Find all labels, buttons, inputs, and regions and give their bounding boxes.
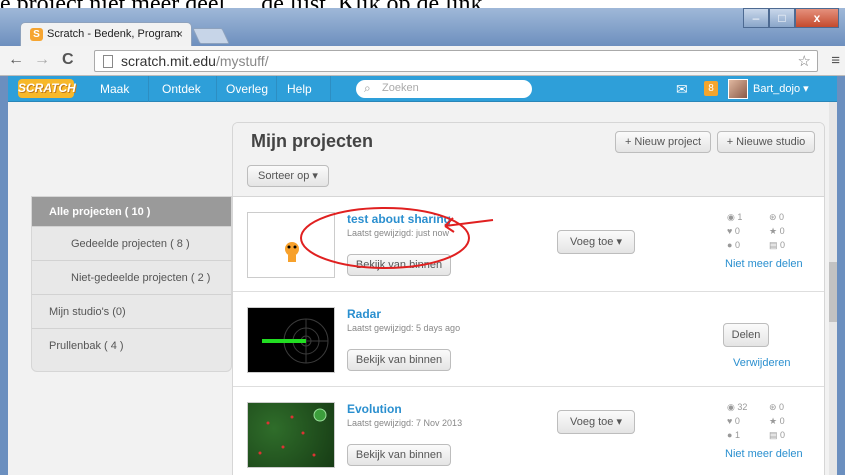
project-thumbnail[interactable] xyxy=(247,307,335,373)
project-modified: Laatst gewijzigd: 7 Nov 2013 xyxy=(347,418,463,428)
studios-icon: ▤ 0 xyxy=(769,240,786,250)
sidebar-item-trash[interactable]: Prullenbak ( 4 ) xyxy=(32,329,231,363)
sidebar-item-shared[interactable]: Gedeelde projecten ( 8 ) xyxy=(32,227,231,261)
nav-divider xyxy=(216,76,217,102)
share-button[interactable]: Delen xyxy=(723,323,769,347)
tab-title: Scratch - Bedenk, Program xyxy=(47,28,180,40)
window-controls: – □ x xyxy=(743,8,839,30)
project-filter-sidebar: Alle projecten ( 10 ) Gedeelde projecten… xyxy=(31,196,232,372)
views-icon: ◉ 32 xyxy=(727,402,748,412)
search-icon: ⌕ xyxy=(364,81,371,95)
scratch-favicon-icon: S xyxy=(30,28,43,41)
browser-window: S Scratch - Bedenk, Program × – □ x ← → … xyxy=(0,8,845,475)
sidebar-item-all-projects[interactable]: Alle projecten ( 10 ) xyxy=(32,197,231,227)
page-scrollbar[interactable] xyxy=(829,102,837,475)
browser-titlebar: S Scratch - Bedenk, Program × – □ x xyxy=(0,8,845,46)
new-tab-button[interactable] xyxy=(192,28,230,44)
tab-close-icon[interactable]: × xyxy=(176,27,183,41)
project-title[interactable]: Evolution xyxy=(347,402,402,416)
see-inside-button[interactable]: Bekijk van binnen xyxy=(347,349,451,371)
maximize-button[interactable]: □ xyxy=(769,8,795,28)
project-row: Evolution Laatst gewijzigd: 7 Nov 2013 B… xyxy=(233,388,824,475)
favorites-icon: ★ 0 xyxy=(769,226,785,236)
close-window-button[interactable]: x xyxy=(795,8,839,28)
nav-divider xyxy=(148,76,149,102)
remixes-icon: ⊛ 0 xyxy=(769,212,785,222)
new-studio-button[interactable]: + Nieuwe studio xyxy=(717,131,815,153)
studios-icon: ▤ 0 xyxy=(769,430,786,440)
scratch-navbar: SCRATCH Maak Ontdek Overleg Help ⌕ Zoeke… xyxy=(8,76,837,102)
browser-menu-icon[interactable]: ≡ xyxy=(831,52,840,69)
scratch-page: SCRATCH Maak Ontdek Overleg Help ⌕ Zoeke… xyxy=(0,76,845,475)
forward-arrow-icon[interactable]: → xyxy=(34,51,50,69)
nav-link-ontdek[interactable]: Ontdek xyxy=(162,82,201,96)
nav-link-help[interactable]: Help xyxy=(287,82,312,96)
project-row: test about sharing Laatst gewijzigd: jus… xyxy=(233,198,824,292)
sidebar-item-unshared[interactable]: Niet-gedeelde projecten ( 2 ) xyxy=(32,261,231,295)
sort-dropdown[interactable]: Sorteer op ▾ xyxy=(247,165,329,187)
see-inside-button[interactable]: Bekijk van binnen xyxy=(347,444,451,466)
radar-icon xyxy=(262,318,329,364)
remixes-icon: ⊛ 0 xyxy=(769,402,785,412)
user-menu[interactable]: Bart_dojo ▾ xyxy=(753,82,809,95)
page-icon xyxy=(103,55,113,68)
add-to-dropdown[interactable]: Voeg toe ▾ xyxy=(557,230,635,254)
comments-icon: ● 0 xyxy=(727,240,740,250)
sidebar-item-studios[interactable]: Mijn studio's (0) xyxy=(32,295,231,329)
browser-tab[interactable]: S Scratch - Bedenk, Program × xyxy=(20,22,192,46)
project-modified: Laatst gewijzigd: 5 days ago xyxy=(347,323,461,333)
nav-divider xyxy=(330,76,331,102)
favorites-icon: ★ 0 xyxy=(769,416,785,426)
mystuff-folder-icon[interactable]: 8 xyxy=(704,81,718,96)
loves-icon: ♥ 0 xyxy=(727,416,740,426)
unshare-link[interactable]: Niet meer delen xyxy=(725,448,803,460)
new-project-button[interactable]: + Nieuw project xyxy=(615,131,711,153)
delete-link[interactable]: Verwijderen xyxy=(733,357,790,369)
projects-header: Mijn projecten Sorteer op ▾ + Nieuw proj… xyxy=(233,123,824,197)
project-stats: ◉ 1 ⊛ 0 ♥ 0 ★ 0 ● 0 ▤ 0 xyxy=(727,212,809,254)
loves-icon: ♥ 0 xyxy=(727,226,740,236)
unshare-link[interactable]: Niet meer delen xyxy=(725,258,803,270)
red-annotation-circle xyxy=(300,207,494,269)
views-icon: ◉ 1 xyxy=(727,212,743,222)
browser-toolbar: ← → C scratch.mit.edu/mystuff/ ☆ ≡ xyxy=(0,46,845,76)
project-thumbnail[interactable] xyxy=(247,402,335,468)
minimize-button[interactable]: – xyxy=(743,8,769,28)
address-bar[interactable]: scratch.mit.edu/mystuff/ ☆ xyxy=(94,50,818,72)
messages-icon[interactable]: ✉ xyxy=(676,81,688,98)
project-title[interactable]: Radar xyxy=(347,307,381,321)
search-input[interactable]: ⌕ Zoeken xyxy=(356,80,532,98)
comments-icon: ● 1 xyxy=(727,430,740,440)
add-to-dropdown[interactable]: Voeg toe ▾ xyxy=(557,410,635,434)
nav-divider xyxy=(276,76,277,102)
scratch-logo[interactable]: SCRATCH xyxy=(18,79,76,98)
avatar[interactable] xyxy=(728,79,748,99)
nav-link-maak[interactable]: Maak xyxy=(100,82,129,96)
nav-link-overleg[interactable]: Overleg xyxy=(226,82,268,96)
evolution-thumbnail-icon xyxy=(258,408,327,457)
back-arrow-icon[interactable]: ← xyxy=(8,51,24,69)
bookmark-star-icon[interactable]: ☆ xyxy=(798,52,811,70)
project-row: Radar Laatst gewijzigd: 5 days ago Bekij… xyxy=(233,293,824,387)
page-title: Mijn projecten xyxy=(251,131,374,151)
reload-icon[interactable]: C xyxy=(62,51,74,69)
url-path: /mystuff/ xyxy=(215,53,269,69)
project-stats: ◉ 32 ⊛ 0 ♥ 0 ★ 0 ● 1 ▤ 0 xyxy=(727,402,809,444)
url-host: scratch.mit.edu xyxy=(121,53,216,69)
scrollbar-thumb[interactable] xyxy=(829,262,837,322)
projects-panel: Mijn projecten Sorteer op ▾ + Nieuw proj… xyxy=(232,122,825,475)
search-placeholder: Zoeken xyxy=(382,82,419,94)
